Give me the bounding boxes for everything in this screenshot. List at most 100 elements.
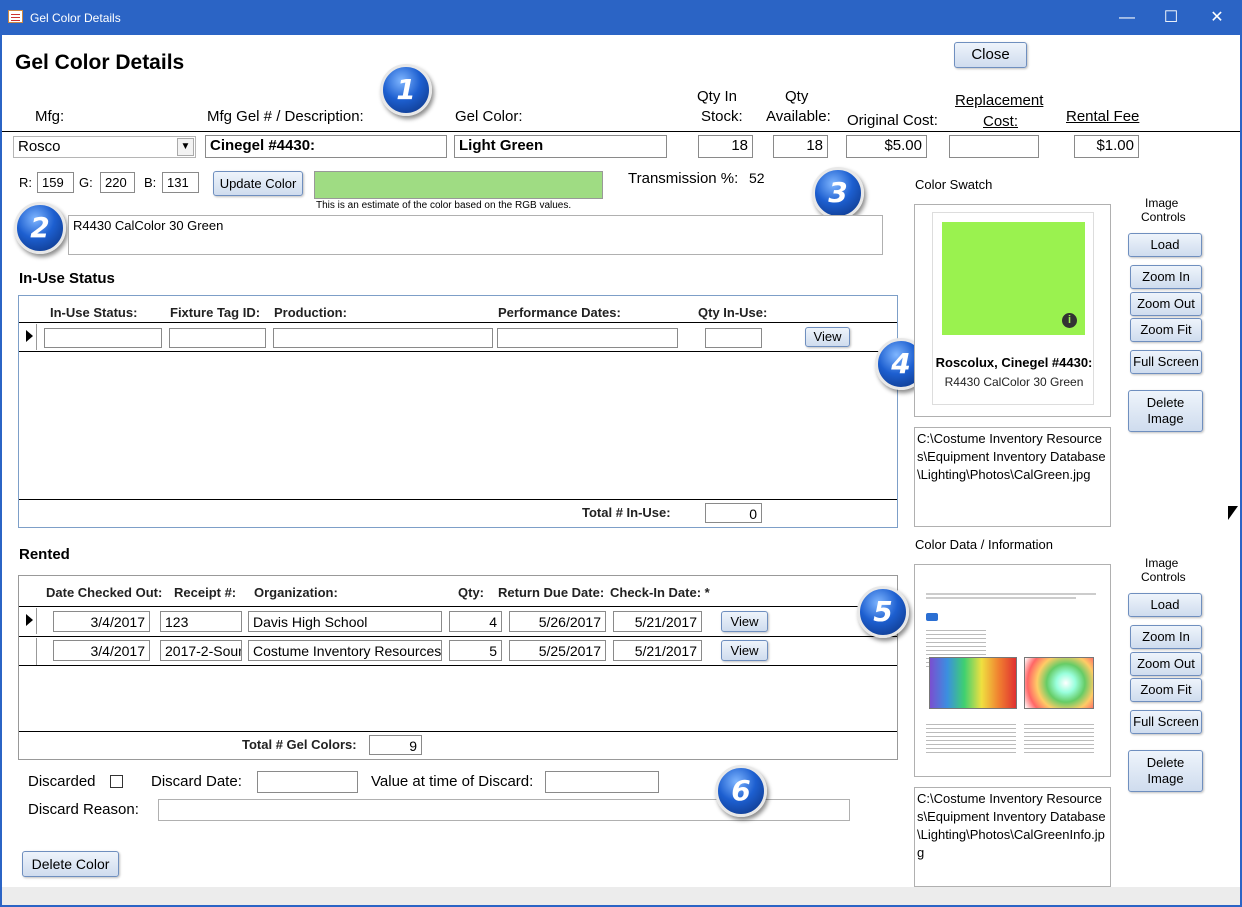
rented-organization-field[interactable]: Costume Inventory Resources (248, 640, 442, 661)
b-field[interactable]: 131 (162, 172, 199, 193)
minimize-icon[interactable]: — (1104, 0, 1150, 35)
swatch-zoom-in-button[interactable]: Zoom In (1130, 265, 1202, 289)
delete-color-button[interactable]: Delete Color (22, 851, 119, 877)
discard-reason-label: Discard Reason: (28, 801, 139, 818)
sheet-text-block (1024, 721, 1094, 755)
image-controls-title-2: Controls (1141, 570, 1186, 584)
rented-checked-out-field[interactable]: 3/4/2017 (53, 640, 150, 661)
rented-header-qty: Qty: (458, 585, 484, 600)
color-data-image-frame[interactable] (914, 564, 1111, 777)
inuse-dates-field[interactable] (497, 328, 678, 348)
swatch-path-field[interactable]: C:\Costume Inventory Resources\Equipment… (914, 427, 1111, 527)
rented-receipt-field[interactable]: 123 (160, 611, 242, 632)
rented-organization-field[interactable]: Davis High School (248, 611, 442, 632)
rented-record-selector[interactable] (19, 608, 37, 634)
swatch-full-screen-button[interactable]: Full Screen (1130, 350, 1202, 374)
sheet-text-block (926, 721, 1016, 755)
inuse-status-field[interactable] (44, 328, 162, 348)
rented-row1-bottom-line (19, 636, 897, 637)
discarded-label: Discarded (28, 773, 96, 790)
swatch-caption: R4430 CalColor 30 Green (944, 375, 1084, 389)
rented-header-due: Return Due Date: (498, 585, 605, 600)
original-cost-field[interactable]: $5.00 (846, 135, 927, 158)
mfg-select[interactable]: Rosco ▼ (13, 136, 196, 158)
close-button[interactable]: Close (954, 42, 1027, 68)
rented-subform (18, 575, 898, 760)
qty-stock-field[interactable]: 18 (698, 135, 753, 158)
original-cost-label: Original Cost: (847, 112, 938, 129)
qty-stock-label-line1: Qty In (697, 88, 738, 105)
data-zoom-fit-button[interactable]: Zoom Fit (1130, 678, 1202, 702)
rented-header-receipt: Receipt #: (174, 585, 237, 600)
color-data-path-field[interactable]: C:\Costume Inventory Resources\Equipment… (914, 787, 1111, 887)
inuse-header-fixture: Fixture Tag ID: (170, 305, 261, 320)
r-field[interactable]: 159 (37, 172, 74, 193)
rented-view-button[interactable]: View (721, 611, 768, 632)
swatch-load-button[interactable]: Load (1128, 233, 1202, 257)
data-zoom-out-button[interactable]: Zoom Out (1130, 652, 1202, 676)
delete-image-label-2: Image (1147, 411, 1184, 426)
qty-stock-label-line2: Stock: (701, 108, 743, 125)
transmission-label: Transmission %: (628, 170, 739, 187)
discarded-checkbox[interactable] (110, 775, 123, 788)
rented-record-selector[interactable] (19, 638, 37, 665)
qty-available-field[interactable]: 18 (773, 135, 828, 158)
discard-date-label: Discard Date: (151, 773, 242, 790)
gel-color-label: Gel Color: (455, 108, 523, 125)
swatch-zoom-fit-button[interactable]: Zoom Fit (1130, 318, 1202, 342)
inuse-production-field[interactable] (273, 328, 493, 348)
swatch-caption-bold: Roscolux, Cinegel #4430: (935, 355, 1093, 370)
discard-date-field[interactable] (257, 771, 358, 793)
g-field[interactable]: 220 (100, 172, 135, 193)
rented-view-button[interactable]: View (721, 640, 768, 661)
close-icon[interactable]: ✕ (1194, 0, 1240, 35)
color-swatch-image-frame[interactable]: i Roscolux, Cinegel #4430: R4430 CalColo… (914, 204, 1111, 417)
inuse-qty-field[interactable] (705, 328, 762, 348)
swatch-delete-image-button[interactable]: Delete Image (1128, 390, 1203, 432)
header-divider (2, 131, 1240, 132)
rented-checkin-field[interactable]: 5/21/2017 (613, 640, 702, 661)
maximize-icon[interactable]: ☐ (1148, 0, 1194, 35)
inuse-fixture-field[interactable] (169, 328, 266, 348)
rented-checkin-field[interactable]: 5/21/2017 (613, 611, 702, 632)
delete-image-label-1: Delete (1146, 755, 1185, 770)
inuse-record-selector[interactable] (19, 324, 37, 350)
rented-due-field[interactable]: 5/26/2017 (509, 611, 606, 632)
data-full-screen-button[interactable]: Full Screen (1130, 710, 1202, 734)
rented-checked-out-field[interactable]: 3/4/2017 (53, 611, 150, 632)
callout-badge-5: 5 (857, 586, 909, 638)
replacement-cost-label-line2: Cost: (983, 113, 1019, 130)
record-pointer-icon (26, 614, 33, 626)
transmission-field[interactable]: 52 (744, 167, 814, 189)
swatch-zoom-out-button[interactable]: Zoom Out (1130, 292, 1202, 316)
update-color-button[interactable]: Update Color (213, 171, 303, 196)
inuse-view-button[interactable]: View (805, 327, 850, 347)
rented-header-checkin: Check-In Date: * (610, 585, 710, 600)
mfg-gel-field[interactable]: Cinegel #4430: (205, 135, 447, 158)
rented-total-field[interactable]: 9 (369, 735, 422, 755)
rented-receipt-field[interactable]: 2017-2-Sound (160, 640, 242, 661)
data-delete-image-button[interactable]: Delete Image (1128, 750, 1203, 792)
discard-value-field[interactable] (545, 771, 659, 793)
g-label: G: (79, 175, 93, 190)
rented-row1-top-line (19, 606, 897, 607)
chevron-down-icon[interactable]: ▼ (177, 138, 194, 156)
data-zoom-in-button[interactable]: Zoom In (1130, 625, 1202, 649)
description-field[interactable]: R4430 CalColor 30 Green (68, 215, 883, 255)
inuse-row-bottom-line (19, 351, 897, 352)
callout-badge-1: 1 (380, 64, 432, 116)
rental-fee-field[interactable]: $1.00 (1074, 135, 1139, 158)
mfg-value: Rosco (18, 138, 61, 155)
rented-qty-field[interactable]: 5 (449, 640, 502, 661)
form-icon (8, 10, 23, 23)
inuse-row-top-line (19, 322, 897, 323)
gel-color-field[interactable]: Light Green (454, 135, 667, 158)
rented-due-field[interactable]: 5/25/2017 (509, 640, 606, 661)
inuse-header-qty: Qty In-Use: (698, 305, 768, 320)
rented-qty-field[interactable]: 4 (449, 611, 502, 632)
replacement-cost-field[interactable] (949, 135, 1039, 158)
mfg-label: Mfg: (35, 108, 65, 125)
rented-section-title: Rented (19, 546, 70, 563)
data-load-button[interactable]: Load (1128, 593, 1202, 617)
inuse-total-field[interactable]: 0 (705, 503, 762, 523)
